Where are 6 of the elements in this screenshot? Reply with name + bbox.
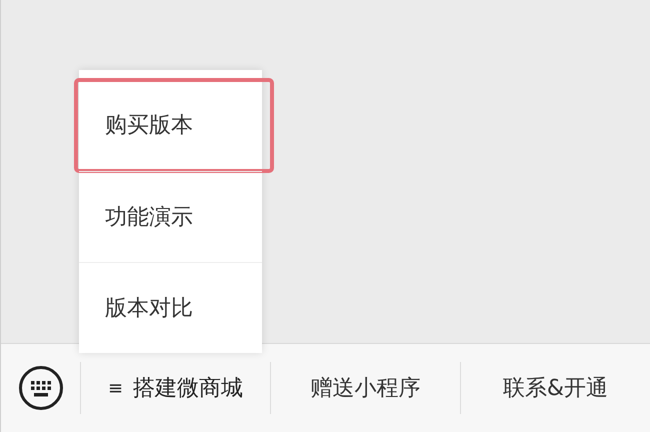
menu-button[interactable]: ≡ 搭建微商城 — [80, 362, 270, 414]
keyboard-icon[interactable] — [18, 365, 64, 411]
submenu-item[interactable]: 购买版本 — [76, 80, 272, 171]
menu-button[interactable]: 联系&开通 — [460, 362, 650, 414]
submenu-item[interactable]: 功能演示 — [79, 171, 262, 262]
menu-button[interactable]: 赠送小程序 — [270, 362, 460, 414]
